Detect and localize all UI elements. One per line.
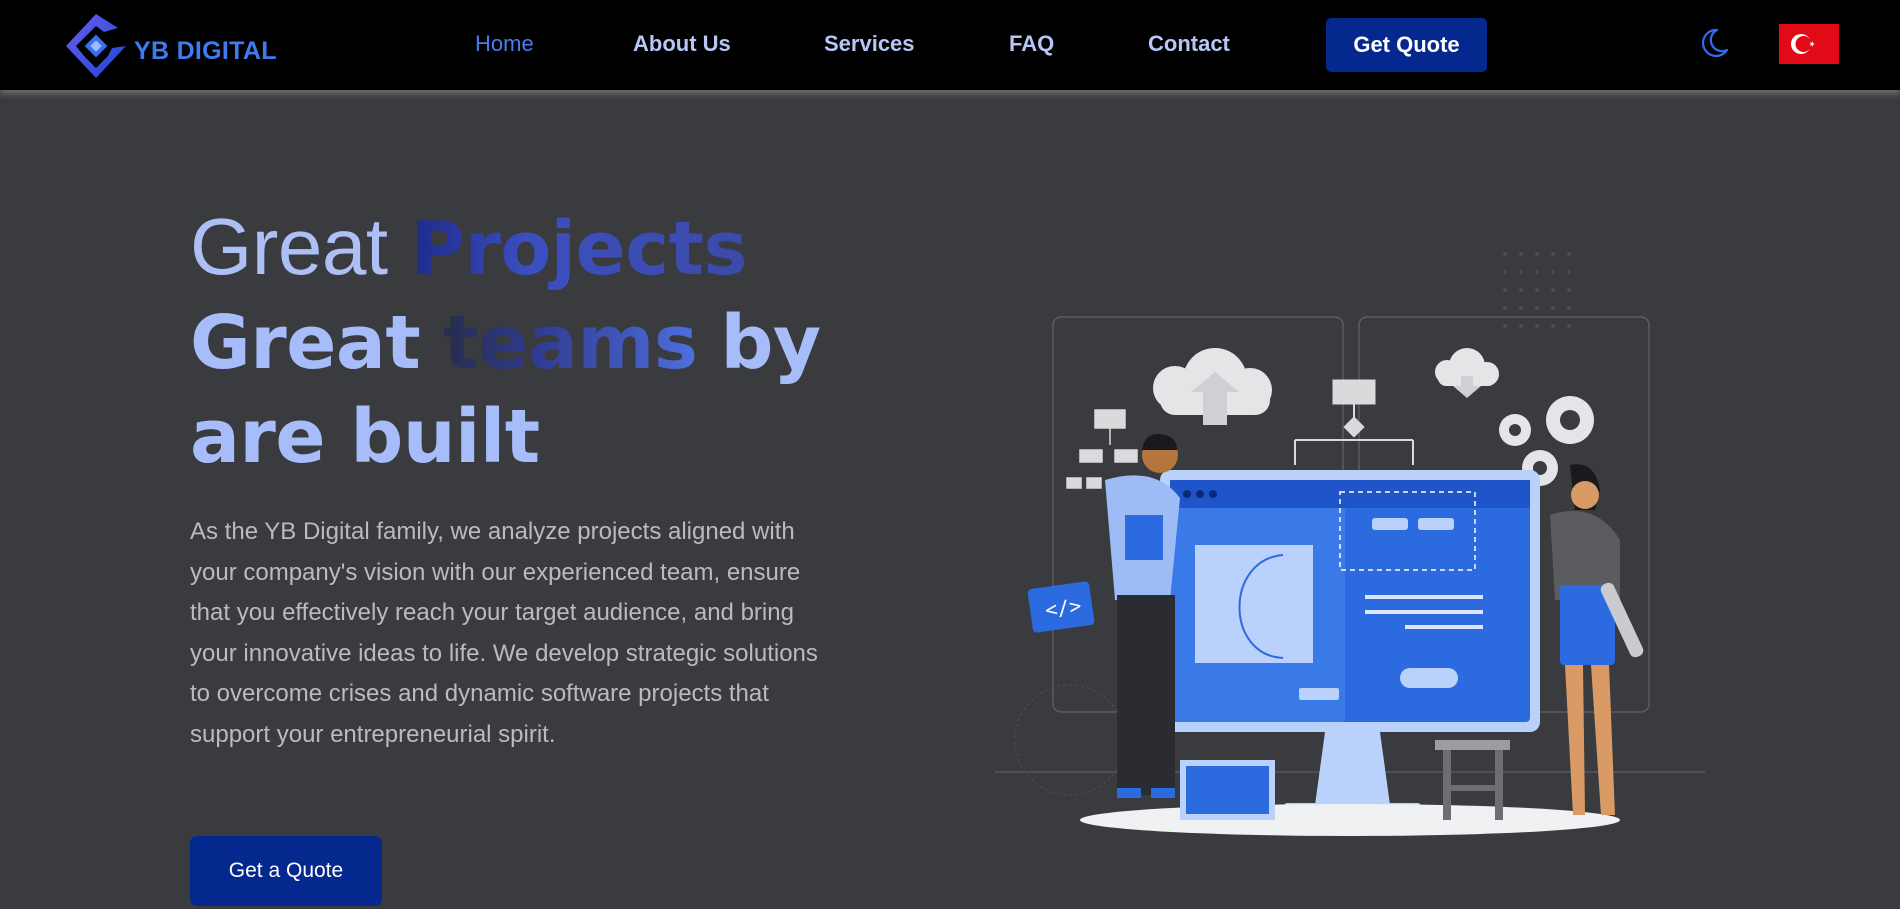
hero-word-great-2: Great <box>190 300 421 386</box>
nav-faq[interactable]: FAQ <box>1009 31 1054 57</box>
hero-word-teams: teams <box>443 300 698 386</box>
hero-description: As the YB Digital family, we analyze pro… <box>190 518 818 748</box>
nav-contact[interactable]: Contact <box>1148 31 1230 57</box>
brand-name: YB DIGITAL <box>134 36 277 65</box>
hero-word-by: by <box>720 300 821 386</box>
get-a-quote-button[interactable]: Get a Quote <box>190 836 382 906</box>
moon-icon[interactable] <box>1697 26 1731 60</box>
svg-text:</>: </> <box>1044 593 1083 622</box>
diamond-logo-icon <box>66 14 126 78</box>
hero-title-line-3: are built <box>190 390 910 484</box>
nav-home[interactable]: Home <box>475 31 534 57</box>
hero-title-line-2: Great teams by <box>190 296 910 390</box>
brand-logo[interactable]: YB DIGITAL <box>60 10 277 82</box>
turkey-flag-icon[interactable] <box>1779 24 1839 64</box>
hero-words-are-built: are built <box>190 394 540 480</box>
hero-word-projects: Projects <box>410 206 748 292</box>
hero-word-great: Great <box>190 202 388 291</box>
hero-title-line-1: Great Projects <box>190 200 910 296</box>
hero-title: Great Projects Great teams by are built <box>190 200 910 484</box>
web-development-team-illustration: </> <box>995 252 1705 836</box>
nav-about-us[interactable]: About Us <box>633 31 731 57</box>
navbar: YB DIGITAL Home About Us Services FAQ Co… <box>0 0 1900 90</box>
get-quote-button[interactable]: Get Quote <box>1326 18 1487 72</box>
nav-services[interactable]: Services <box>824 31 915 57</box>
